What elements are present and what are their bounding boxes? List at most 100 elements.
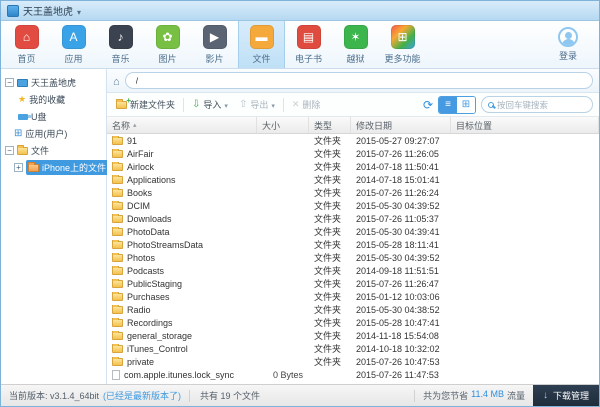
delete-button[interactable]: 删除 [289, 96, 324, 113]
files-count: 共有 19 个文件 [190, 389, 414, 402]
table-row[interactable]: PublicStaging 文件夹 2015-07-26 11:26:47 [107, 277, 599, 290]
export-button[interactable]: 导出 [236, 96, 278, 113]
sidebar-item-udisk[interactable]: U盘 [3, 108, 104, 125]
search-input[interactable] [497, 100, 586, 110]
table-row[interactable]: Applications 文件夹 2014-07-18 15:01:41 [107, 173, 599, 186]
table-row[interactable]: DCIM 文件夹 2015-05-30 04:39:52 [107, 199, 599, 212]
column-header-type[interactable]: 类型 [309, 117, 351, 133]
divider [183, 98, 184, 112]
action-toolbar: 新建文件夹 导入 导出 删除 [107, 93, 599, 117]
table-row[interactable]: Photos 文件夹 2015-05-30 04:39:52 [107, 251, 599, 264]
login-button[interactable]: 登录 [539, 21, 597, 68]
list-view-button[interactable] [439, 97, 457, 113]
chevron-down-icon[interactable] [77, 2, 81, 20]
file-type: 文件夹 [309, 212, 351, 225]
folder-icon [112, 228, 123, 236]
table-row[interactable]: iTunes_Control 文件夹 2014-10-18 10:32:02 [107, 342, 599, 355]
path-input[interactable] [125, 72, 593, 89]
file-name: iTunes_Control [127, 344, 188, 354]
file-date: 2015-05-30 04:39:52 [351, 253, 451, 263]
folder-icon [112, 137, 123, 145]
grid-view-button[interactable] [457, 97, 475, 113]
download-icon [543, 390, 548, 401]
refresh-icon[interactable] [423, 96, 433, 114]
file-name: Books [127, 188, 152, 198]
nav-item-more[interactable]: ⊞ 更多功能 [379, 21, 426, 68]
nav-items: ⌂ 首页 A 应用 ♪ 音乐 ✿ 图片 ▶ 影片 ▬ 文件 ▤ 电子书 ✶ 越狱… [3, 21, 426, 68]
file-date: 2015-07-26 11:26:24 [351, 188, 451, 198]
file-date: 2014-11-18 15:54:08 [351, 331, 451, 341]
table-row[interactable]: Airlock 文件夹 2014-07-18 11:50:41 [107, 160, 599, 173]
new-folder-button[interactable]: 新建文件夹 [113, 96, 178, 113]
expand-icon[interactable] [14, 163, 23, 172]
file-date: 2014-07-18 15:01:41 [351, 175, 451, 185]
folder-icon [112, 306, 123, 314]
file-type: 文件夹 [309, 199, 351, 212]
folder-icon [112, 176, 123, 184]
version-info: 当前版本: v3.1.4_64bit (已经是最新版本了) [1, 389, 189, 402]
import-button[interactable]: 导入 [189, 96, 231, 113]
column-header-target[interactable]: 目标位置 [451, 117, 599, 133]
table-row[interactable]: PhotoData 文件夹 2015-05-30 04:39:41 [107, 225, 599, 238]
table-row[interactable]: 91 文件夹 2015-05-27 09:27:07 [107, 134, 599, 147]
window-title: 天王盖地虎 [23, 3, 73, 18]
star-icon [18, 94, 26, 105]
folder-icon [112, 345, 123, 353]
collapse-icon[interactable] [5, 146, 14, 155]
nav-item-jailbreak[interactable]: ✶ 越狱 [332, 21, 379, 68]
file-name: Recordings [127, 318, 173, 328]
file-icon [112, 370, 120, 380]
file-date: 2015-07-26 11:47:53 [351, 370, 451, 380]
udisk-label: U盘 [31, 110, 47, 123]
file-name: DCIM [127, 201, 150, 211]
table-row[interactable]: Downloads 文件夹 2015-07-26 11:05:37 [107, 212, 599, 225]
sidebar-item-files[interactable]: 文件 [3, 142, 104, 159]
file-date: 2015-01-12 10:03:06 [351, 292, 451, 302]
sidebar-item-iphone-files[interactable]: iPhone上的文件 [3, 159, 104, 176]
sidebar-item-device[interactable]: 天王盖地虎 [3, 74, 104, 91]
home-icon[interactable] [113, 72, 120, 90]
nav-item-movies[interactable]: ▶ 影片 [191, 21, 238, 68]
collapse-icon[interactable] [5, 78, 14, 87]
file-type: 文件夹 [309, 134, 351, 147]
table-row[interactable]: com.apple.itunes.lock_sync 0 Bytes 2015-… [107, 368, 599, 381]
column-header-size[interactable]: 大小 [257, 117, 309, 133]
sidebar-item-apps-user[interactable]: 应用(用户) [3, 125, 104, 142]
file-date: 2015-05-30 04:39:52 [351, 201, 451, 211]
file-type: 文件夹 [309, 186, 351, 199]
nav-item-files[interactable]: ▬ 文件 [238, 21, 285, 68]
nav-item-home[interactable]: ⌂ 首页 [3, 21, 50, 68]
file-type: 文件夹 [309, 277, 351, 290]
apps-icon: A [62, 25, 86, 49]
table-row[interactable]: AirFair 文件夹 2015-07-26 11:26:05 [107, 147, 599, 160]
file-name: Applications [127, 175, 176, 185]
nav-item-ebook[interactable]: ▤ 电子书 [285, 21, 332, 68]
iphone-files-label: iPhone上的文件 [42, 161, 106, 174]
folder-icon [112, 267, 123, 275]
nav-item-apps[interactable]: A 应用 [50, 21, 97, 68]
table-row[interactable]: Books 文件夹 2015-07-26 11:26:24 [107, 186, 599, 199]
file-type: 文件夹 [309, 251, 351, 264]
table-row[interactable]: private 文件夹 2015-07-26 10:47:53 [107, 355, 599, 368]
file-name: PublicStaging [127, 279, 182, 289]
file-date: 2015-07-26 11:05:37 [351, 214, 451, 224]
file-name: Radio [127, 305, 151, 315]
folder-icon [112, 358, 123, 366]
download-manager-button[interactable]: 下载管理 [533, 385, 599, 406]
device-icon [17, 79, 28, 87]
nav-item-music[interactable]: ♪ 音乐 [97, 21, 144, 68]
file-type: 文件夹 [309, 355, 351, 368]
sidebar-item-favorites[interactable]: 我的收藏 [3, 91, 104, 108]
nav-item-photos[interactable]: ✿ 图片 [144, 21, 191, 68]
home-icon: ⌂ [15, 25, 39, 49]
column-header-name[interactable]: 名称 [107, 117, 257, 133]
table-row[interactable]: Recordings 文件夹 2015-05-28 10:47:41 [107, 316, 599, 329]
table-row[interactable]: Radio 文件夹 2015-05-30 04:38:52 [107, 303, 599, 316]
file-date: 2015-05-27 09:27:07 [351, 136, 451, 146]
table-row[interactable]: general_storage 文件夹 2014-11-18 15:54:08 [107, 329, 599, 342]
table-row[interactable]: Purchases 文件夹 2015-01-12 10:03:06 [107, 290, 599, 303]
table-row[interactable]: PhotoStreamsData 文件夹 2015-05-28 18:11:41 [107, 238, 599, 251]
table-row[interactable]: Podcasts 文件夹 2014-09-18 11:51:51 [107, 264, 599, 277]
column-header-date[interactable]: 修改日期 [351, 117, 451, 133]
file-date: 2015-05-30 04:38:52 [351, 305, 451, 315]
